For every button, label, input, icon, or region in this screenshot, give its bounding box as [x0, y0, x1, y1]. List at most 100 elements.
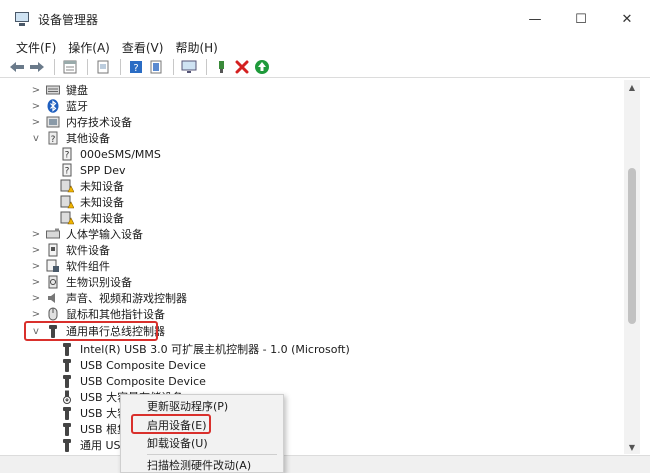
status-bar [0, 455, 650, 473]
properties-icon[interactable] [61, 58, 79, 76]
tree-node-sound[interactable]: > 声音、视频和游戏控制器 [30, 290, 187, 306]
usb-icon [60, 438, 74, 452]
toolbar-divider [173, 58, 174, 75]
help-icon[interactable]: ? [127, 58, 145, 76]
usb-disabled-icon [60, 390, 74, 404]
tree-node-biometric[interactable]: > 生物识别设备 [30, 274, 132, 290]
enable-device-icon[interactable] [213, 58, 231, 76]
tree-node-keyboard[interactable]: > 键盘 [30, 82, 88, 98]
chevron-right-icon[interactable]: > [30, 85, 42, 96]
tree-node-device[interactable]: 通用 USB [56, 437, 128, 453]
tree-node-device[interactable]: Intel(R) USB 3.0 可扩展主机控制器 - 1.0 (Microso… [56, 341, 350, 357]
tree-node-device[interactable]: ? 000eSMS/MMS [56, 146, 161, 162]
menu-view[interactable]: 查看(V) [116, 39, 170, 56]
highlight-enable-device [131, 414, 211, 434]
tree-node-label: Intel(R) USB 3.0 可扩展主机控制器 - 1.0 (Microso… [80, 343, 350, 356]
hid-icon [46, 227, 60, 241]
tree-node-device[interactable]: USB 根集 [56, 421, 128, 437]
tree-node-label: USB Composite Device [80, 358, 206, 372]
tree-node-hid[interactable]: > 人体学输入设备 [30, 226, 143, 242]
menu-help[interactable]: 帮助(H) [169, 39, 223, 56]
tree-node-label: 蓝牙 [66, 100, 88, 113]
unknown-device-icon: ? [60, 147, 74, 161]
menu-action[interactable]: 操作(A) [62, 39, 116, 56]
tree-node-label: 软件设备 [66, 244, 110, 257]
other-devices-icon: ? [46, 131, 60, 145]
tree-node-device[interactable]: USB Composite Device [56, 357, 206, 373]
scroll-thumb[interactable] [628, 168, 636, 324]
mouse-icon [46, 307, 60, 321]
tree-node-label: 其他设备 [66, 132, 110, 145]
scroll-down-icon[interactable]: ▼ [624, 440, 640, 454]
tree-node-device[interactable]: 未知设备 [56, 194, 124, 210]
page-icon[interactable] [94, 58, 112, 76]
tree-node-software-devices[interactable]: > 软件设备 [30, 242, 110, 258]
tree-node-other-devices[interactable]: v ? 其他设备 [30, 130, 110, 146]
tree-node-label: 生物识别设备 [66, 276, 132, 289]
highlight-usb-controllers [24, 321, 158, 341]
chevron-right-icon[interactable]: > [30, 229, 42, 240]
keyboard-icon [46, 83, 60, 97]
warning-device-icon [60, 179, 74, 193]
uninstall-icon[interactable] [233, 58, 251, 76]
tree-node-device[interactable]: 未知设备 [56, 210, 124, 226]
update-driver-icon[interactable] [147, 58, 165, 76]
title-bar: 设备管理器 — ☐ ✕ [0, 0, 650, 38]
tree-node-label: 人体学输入设备 [66, 228, 143, 241]
menu-item-update-driver[interactable]: 更新驱动程序(P) [121, 397, 283, 415]
window-title: 设备管理器 [38, 12, 99, 27]
tree-node-mouse[interactable]: > 鼠标和其他指针设备 [30, 306, 165, 322]
maximize-button[interactable]: ☐ [558, 0, 604, 38]
warning-device-icon [60, 195, 74, 209]
svg-text:?: ? [65, 167, 70, 177]
chevron-right-icon[interactable]: > [30, 245, 42, 256]
minimize-button[interactable]: — [512, 0, 558, 38]
tree-node-label: USB Composite Device [80, 374, 206, 388]
menu-bar: 文件(F) 操作(A) 查看(V) 帮助(H) [0, 38, 650, 56]
tree-node-software-components[interactable]: > 软件组件 [30, 258, 110, 274]
tree-node-label: 键盘 [66, 84, 88, 97]
device-manager-icon [14, 11, 30, 27]
back-icon[interactable] [8, 58, 26, 76]
toolbar-divider [120, 58, 121, 75]
tree-node-label: 未知设备 [80, 212, 124, 225]
scan-hardware-icon[interactable] [253, 58, 271, 76]
chevron-right-icon[interactable]: > [30, 261, 42, 272]
context-menu: 更新驱动程序(P) 启用设备(E) 卸载设备(U) 扫描检测硬件改动(A) [120, 394, 284, 473]
usb-icon [60, 374, 74, 388]
tree-node-device[interactable]: USB 大容 [56, 405, 128, 421]
usb-icon [60, 406, 74, 420]
tree-node-device[interactable]: USB Composite Device [56, 373, 206, 389]
forward-icon[interactable] [28, 58, 46, 76]
chevron-right-icon[interactable]: > [30, 309, 42, 320]
close-button[interactable]: ✕ [604, 0, 650, 38]
svg-text:?: ? [51, 135, 56, 145]
software-device-icon [46, 243, 60, 257]
chevron-down-icon[interactable]: v [30, 133, 42, 144]
tree-node-label: 未知设备 [80, 180, 124, 193]
menu-item-uninstall-device[interactable]: 卸载设备(U) [121, 434, 283, 452]
sound-icon [46, 291, 60, 305]
tree-node-label: 鼠标和其他指针设备 [66, 308, 165, 321]
chevron-right-icon[interactable]: > [30, 277, 42, 288]
chevron-right-icon[interactable]: > [30, 101, 42, 112]
vertical-scrollbar[interactable]: ▲ ▼ [624, 80, 640, 454]
toolbar-divider [54, 58, 55, 75]
tree-node-device[interactable]: ? SPP Dev [56, 162, 126, 178]
tree-node-device[interactable]: 未知设备 [56, 178, 124, 194]
toolbar-divider [206, 58, 207, 75]
chevron-right-icon[interactable]: > [30, 117, 42, 128]
tree-node-bluetooth[interactable]: > 蓝牙 [30, 98, 88, 114]
scroll-up-icon[interactable]: ▲ [624, 80, 640, 94]
menu-item-scan-hardware[interactable]: 扫描检测硬件改动(A) [121, 456, 283, 473]
tree-node-label: SPP Dev [80, 163, 126, 177]
menu-file[interactable]: 文件(F) [10, 39, 62, 56]
menu-divider [147, 454, 277, 455]
unknown-device-icon: ? [60, 163, 74, 177]
warning-device-icon [60, 211, 74, 225]
memory-icon [46, 115, 60, 129]
tree-node-memory[interactable]: > 内存技术设备 [30, 114, 132, 130]
biometric-icon [46, 275, 60, 289]
chevron-right-icon[interactable]: > [30, 293, 42, 304]
monitor-icon[interactable] [180, 58, 198, 76]
